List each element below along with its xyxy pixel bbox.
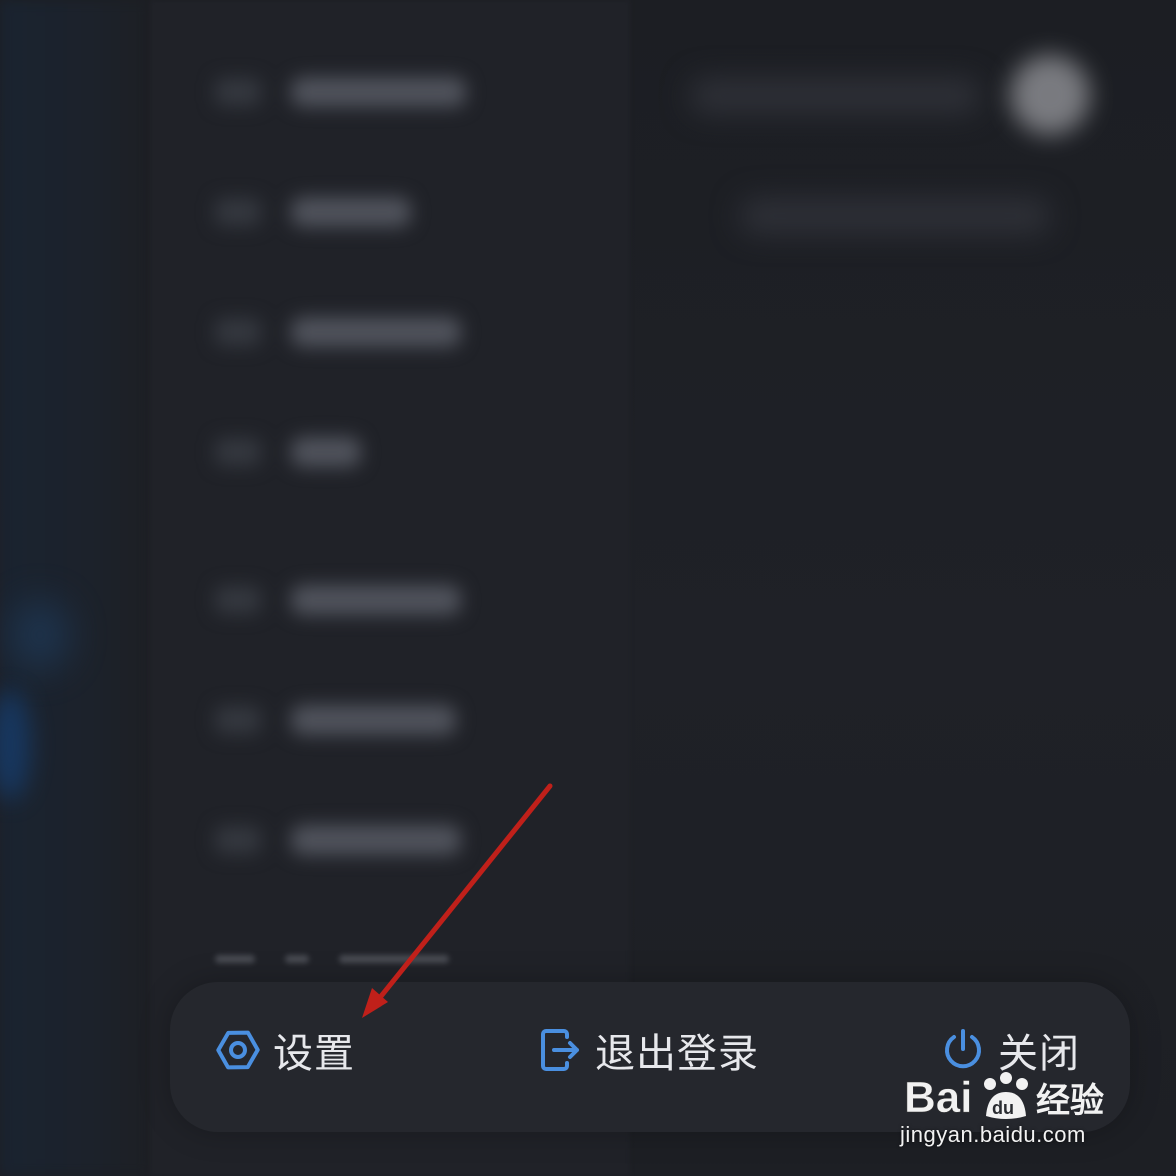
screen: 设置 退出登录 关闭 Bai du 经验 jingyan.baidu.com (0, 0, 1176, 1176)
blurred-menu-icon (215, 318, 261, 346)
logout-button[interactable]: 退出登录 (537, 1022, 759, 1078)
blurred-menu-icon (215, 586, 261, 614)
blurred-menu-item[interactable] (215, 820, 461, 860)
background-glow (10, 600, 70, 670)
blurred-menu-item[interactable] (215, 580, 461, 620)
blurred-menu-label (291, 585, 461, 615)
blurred-menu-item[interactable] (215, 700, 456, 740)
blurred-menu-item[interactable] (215, 312, 461, 352)
avatar[interactable] (1010, 55, 1090, 135)
blurred-menu-icon (215, 826, 261, 854)
close-button[interactable]: 关闭 (940, 1022, 1080, 1078)
settings-label: 设置 (273, 1031, 355, 1077)
blurred-menu-label (291, 705, 456, 735)
blurred-menu-icon (215, 78, 261, 106)
settings-button[interactable]: 设置 (215, 1022, 355, 1078)
blurred-menu-icon (215, 438, 261, 466)
blurred-menu-item[interactable] (215, 72, 466, 112)
power-icon (940, 1027, 986, 1073)
blurred-menu-label (291, 77, 466, 107)
faded-menu-row (215, 955, 449, 963)
hex-gear-icon (215, 1027, 261, 1073)
blurred-menu-icon (215, 706, 261, 734)
background-app-strip (0, 0, 150, 1176)
blurred-content-bar (690, 78, 980, 114)
blurred-menu-label (291, 197, 411, 227)
blurred-content-bar (740, 198, 1050, 234)
blurred-menu-label (291, 317, 461, 347)
watermark-url: jingyan.baidu.com (900, 1122, 1086, 1147)
close-label: 关闭 (998, 1031, 1080, 1077)
logout-icon (537, 1027, 583, 1073)
blurred-menu-label (291, 437, 361, 467)
blurred-menu-item[interactable] (215, 432, 361, 472)
blurred-menu-label (291, 825, 461, 855)
logout-label: 退出登录 (595, 1031, 759, 1077)
blurred-menu-icon (215, 198, 261, 226)
blurred-menu-item[interactable] (215, 192, 411, 232)
